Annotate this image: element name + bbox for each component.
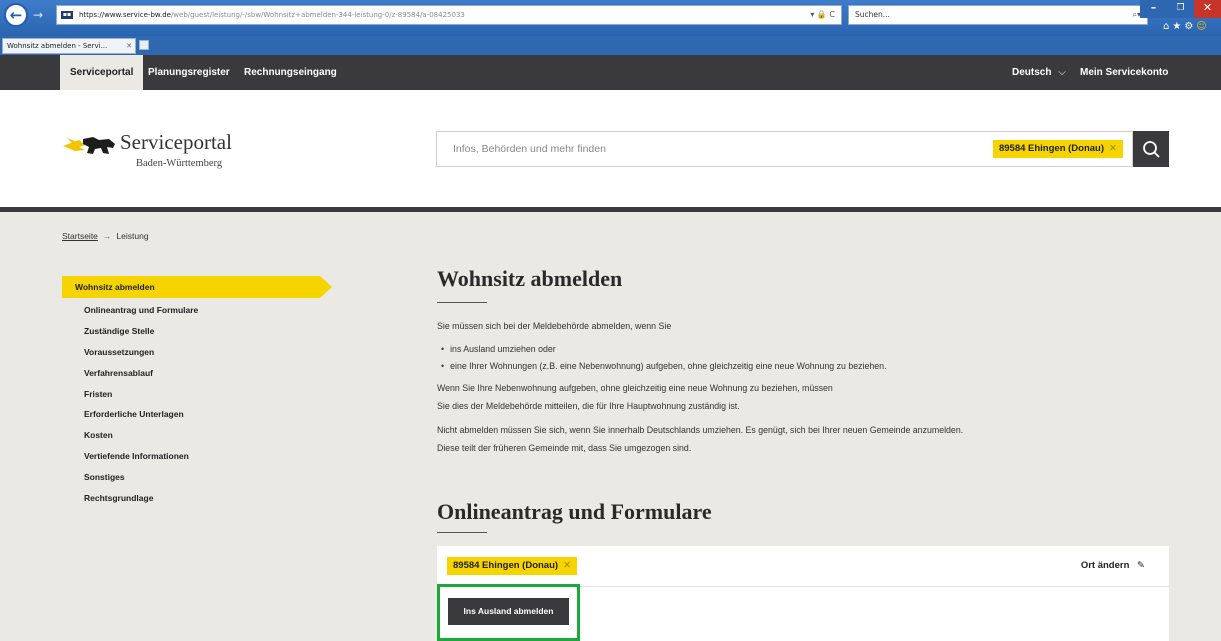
home-icon[interactable]: ⌂ (1163, 21, 1172, 32)
settings-gear-icon[interactable]: ⚙ (1184, 21, 1196, 32)
sidebar-item-vertiefende-informationen[interactable]: Vertiefende Informationen (84, 448, 198, 469)
nav-serviceportal[interactable]: Serviceportal (60, 55, 144, 90)
breadcrumb: Startseite → Leistung (62, 231, 149, 241)
browser-toolbar: ← → ▪▪ https://www.service-bw.de/web/gue… (0, 0, 1221, 36)
address-bar[interactable]: ▪▪ https://www.service-bw.de/web/guest/l… (56, 5, 842, 25)
header-location-chip[interactable]: 89584 Ehingen (Donau) ✕ (992, 140, 1123, 158)
account-link[interactable]: Mein Servicekonto (1080, 55, 1168, 90)
logo-title[interactable]: Serviceportal (120, 130, 232, 155)
address-actions[interactable]: ▾ 🔒 C (810, 6, 835, 24)
sidebar-item-fristen[interactable]: Fristen (84, 386, 198, 407)
paragraph-1-line-2: Sie dies der Meldebehörde mitteilen, die… (437, 401, 740, 411)
back-button[interactable]: ← (4, 3, 28, 27)
header-location-label: 89584 Ehingen (Donau) (998, 143, 1105, 154)
nav-rechnungseingang[interactable]: Rechnungseingang (234, 55, 347, 90)
browser-search-placeholder: Suchen... (855, 10, 890, 19)
sidebar-nav: Onlineantrag und Formulare Zuständige St… (84, 302, 198, 511)
header-divider (0, 207, 1221, 212)
language-label: Deutsch (1012, 67, 1052, 78)
browser-search-input[interactable]: Suchen... ⌕▾ (848, 5, 1148, 25)
title-underline (437, 302, 487, 303)
pencil-icon: ✎ (1137, 560, 1145, 571)
tab-close-icon[interactable]: ✕ (126, 39, 132, 53)
breadcrumb-current: Leistung (116, 231, 149, 241)
site-favicon-icon: ▪▪ (61, 11, 73, 19)
list-item: eine Ihrer Wohnungen (z.B. eine Nebenwoh… (441, 358, 886, 375)
minimize-button[interactable]: – (1140, 0, 1167, 18)
forward-button[interactable]: → (33, 8, 47, 22)
browser-tab[interactable]: Wohnsitz abmelden - Servi... ✕ (2, 38, 136, 54)
url-path: /web/guest/leistung/-/sbw/Wohnsitz+abmel… (170, 11, 465, 19)
site-search-input[interactable]: Infos, Behörden und mehr finden 89584 Eh… (436, 131, 1133, 167)
remove-location-icon[interactable]: ✕ (1109, 143, 1117, 154)
language-selector[interactable]: Deutsch ⌵ (1012, 55, 1066, 90)
sidebar-item-verfahrensablauf[interactable]: Verfahrensablauf (84, 365, 198, 386)
change-location-link[interactable]: Ort ändern ✎ (1081, 557, 1145, 575)
remove-location-icon[interactable]: ✕ (563, 560, 571, 571)
close-window-button[interactable]: ✕ (1194, 0, 1221, 18)
sidebar-item-rechtsgrundlage[interactable]: Rechtsgrundlage (84, 490, 198, 511)
paragraph-2-line-2: Diese teilt der früheren Gemeinde mit, d… (437, 443, 692, 453)
page-title: Wohnsitz abmelden (437, 266, 623, 291)
breadcrumb-home-link[interactable]: Startseite (62, 231, 98, 241)
favorites-star-icon[interactable]: ★ (1172, 21, 1184, 32)
search-button[interactable] (1133, 131, 1169, 167)
nav-planungsregister[interactable]: Planungsregister (138, 55, 240, 90)
change-location-label: Ort ändern (1080, 560, 1130, 571)
site-header: Serviceportal Baden-Württemberg Infos, B… (0, 90, 1221, 207)
section-title: Onlineantrag und Formulare (437, 499, 712, 524)
magnifier-icon (1143, 141, 1160, 158)
condition-list: ins Ausland umziehen oder eine Ihrer Woh… (441, 341, 887, 375)
smiley-icon[interactable]: ☺ (1196, 21, 1209, 32)
breadcrumb-arrow-icon: → (102, 231, 112, 241)
search-placeholder: Infos, Behörden und mehr finden (453, 143, 606, 155)
tab-bar: Wohnsitz abmelden - Servi... ✕ (0, 36, 1221, 55)
chevron-down-icon: ⌵ (1058, 67, 1066, 78)
new-tab-button[interactable] (139, 40, 149, 50)
browser-tool-icons[interactable]: ⌂★⚙☺ (1163, 21, 1219, 33)
paragraph-2-line-1: Nicht abmelden müssen Sie sich, wenn Sie… (437, 425, 964, 435)
sidebar-item-active[interactable]: Wohnsitz abmelden (62, 276, 332, 298)
intro-text: Sie müssen sich bei der Meldebehörde abm… (437, 321, 672, 331)
logo-subtitle: Baden-Württemberg (136, 158, 223, 169)
sidebar-item-unterlagen[interactable]: Erforderliche Unterlagen (84, 406, 198, 427)
sidebar-item-sonstiges[interactable]: Sonstiges (84, 469, 198, 490)
sidebar-item-kosten[interactable]: Kosten (84, 427, 198, 448)
sidebar-item-onlineantrag[interactable]: Onlineantrag und Formulare (84, 302, 198, 323)
maximize-button[interactable]: ❐ (1167, 0, 1194, 18)
section-underline (437, 532, 487, 533)
sidebar-item-voraussetzungen[interactable]: Voraussetzungen (84, 344, 198, 365)
sidebar-item-zustaendige-stelle[interactable]: Zuständige Stelle (84, 323, 198, 344)
tab-title: Wohnsitz abmelden - Servi... (7, 42, 108, 50)
list-item: ins Ausland umziehen oder (441, 341, 887, 358)
paragraph-1-line-1: Wenn Sie Ihre Nebenwohnung aufgeben, ohn… (437, 383, 833, 393)
site-top-nav: Serviceportal Planungsregister Rechnungs… (0, 55, 1221, 90)
panel-location-chip[interactable]: 89584 Ehingen (Donau) ✕ (447, 557, 578, 575)
panel-location-label: 89584 Ehingen (Donau) (453, 560, 559, 571)
ins-ausland-abmelden-button[interactable]: Ins Ausland abmelden (448, 598, 569, 625)
bw-lion-logo-icon[interactable] (63, 136, 118, 156)
url-host: https://www.service-bw.de (79, 11, 171, 19)
